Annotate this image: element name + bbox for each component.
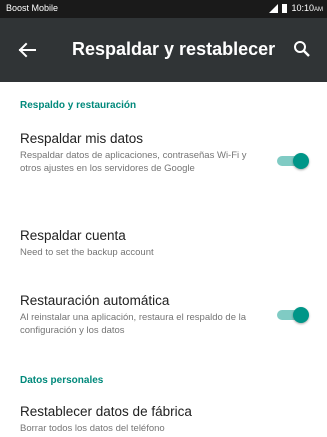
auto-restore-item[interactable]: Restauración automática Al reinstalar un… [0, 293, 327, 349]
carrier-label: Boost Mobile [6, 3, 59, 13]
back-arrow-icon[interactable] [17, 40, 37, 60]
factory-reset-item[interactable]: Restablecer datos de fábrica Borrar todo… [0, 404, 327, 437]
item-subtitle: Al reinstalar una aplicación, restaura e… [20, 312, 247, 336]
signal-icon [269, 3, 279, 13]
auto-restore-toggle[interactable] [277, 307, 309, 323]
app-bar: Respaldar y restablecer [0, 18, 327, 82]
clock-time: 10:10 [291, 3, 314, 13]
search-icon[interactable] [293, 40, 311, 58]
page-title: Respaldar y restablecer [72, 39, 276, 59]
item-subtitle: Respaldar datos de aplicaciones, contras… [20, 150, 247, 174]
clock: 10:10AM [291, 3, 323, 13]
item-title: Restablecer datos de fábrica [20, 404, 192, 419]
item-title: Respaldar cuenta [20, 228, 126, 243]
toggle-thumb [293, 153, 309, 169]
section-header-backup: Respaldo y restauración [20, 100, 137, 111]
item-title: Respaldar mis datos [20, 131, 144, 146]
backup-my-data-item[interactable]: Respaldar mis datos Respaldar datos de a… [0, 131, 327, 201]
item-subtitle: Borrar todos los datos del teléfono [20, 423, 165, 434]
clock-suffix: AM [314, 7, 323, 13]
section-header-personal: Datos personales [20, 375, 104, 386]
status-icons: 10:10AM [269, 3, 323, 13]
status-bar: Boost Mobile 10:10AM [0, 0, 327, 18]
backup-account-item[interactable]: Respaldar cuenta Need to set the backup … [0, 228, 327, 268]
item-subtitle: Need to set the backup account [20, 247, 154, 258]
battery-icon [282, 3, 288, 13]
item-title: Restauración automática [20, 293, 170, 308]
toggle-thumb [293, 307, 309, 323]
backup-my-data-toggle[interactable] [277, 153, 309, 169]
